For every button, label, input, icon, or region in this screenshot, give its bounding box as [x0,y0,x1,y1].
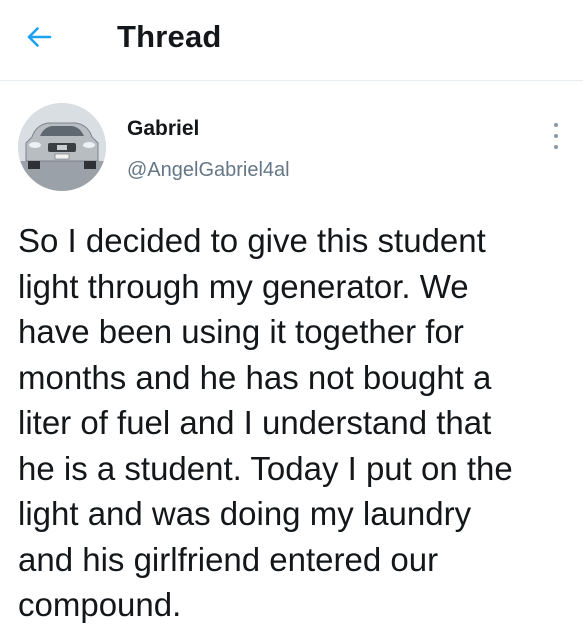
more-options-button[interactable] [548,119,564,153]
tweet-text: So I decided to give this student light … [18,222,513,623]
page-title: Thread [117,19,222,54]
car-photo-avatar [18,103,106,191]
author-display-name[interactable]: Gabriel [127,117,199,141]
author-handle[interactable]: @AngelGabriel4al [127,159,290,182]
arrow-left-icon [27,27,52,47]
vertical-dots-icon [554,123,558,127]
back-button[interactable] [22,20,56,54]
tweet: Gabriel @AngelGabriel4al So I decided to… [0,81,583,628]
thread-header: Thread [0,0,583,81]
avatar[interactable] [18,103,106,191]
